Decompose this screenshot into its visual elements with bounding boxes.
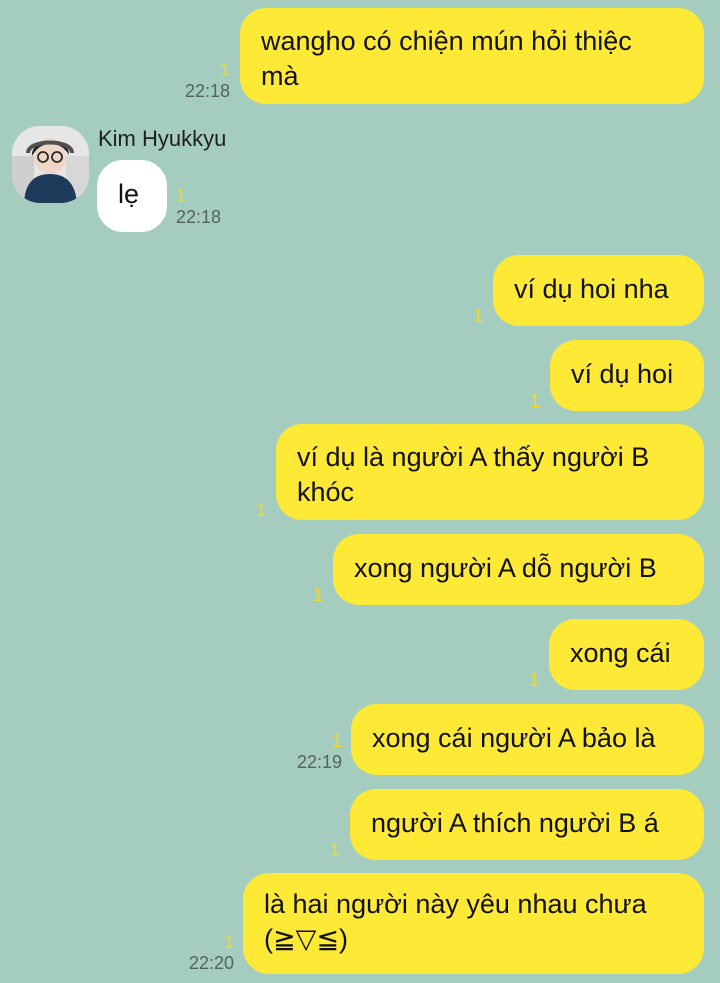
outgoing-message-bubble[interactable]: người A thích người B á	[350, 789, 704, 860]
message-text-line: khóc	[297, 477, 355, 507]
unread-count: 1	[176, 186, 187, 206]
message-meta: 1	[453, 306, 483, 326]
message-meta: 1	[509, 670, 539, 690]
outgoing-message-bubble[interactable]: ví dụ là người A thấy người B khóc	[276, 424, 704, 520]
message-meta: 1	[293, 585, 323, 605]
message-time: 22:19	[296, 752, 342, 772]
message-meta: 1 22:20	[164, 932, 234, 974]
outgoing-message-bubble[interactable]: xong cái người A bảo là	[351, 704, 704, 775]
message-meta: 1 22:18	[176, 186, 246, 228]
message-time: 22:18	[184, 81, 230, 101]
message-text-line: lẹ	[118, 179, 140, 209]
unread-count: 1	[255, 500, 266, 520]
message-text-line: (≧▽≦)	[264, 924, 348, 954]
message-text-line: là hai người này yêu nhau chưa	[264, 889, 647, 919]
unread-count: 1	[331, 731, 342, 751]
unread-count: 1	[528, 670, 539, 690]
outgoing-message-bubble[interactable]: xong cái	[549, 619, 704, 690]
message-text-line: mà	[261, 61, 299, 91]
message-meta: 1 22:18	[160, 60, 230, 102]
unread-count: 1	[329, 840, 340, 860]
outgoing-message-bubble[interactable]: xong người A dỗ người B	[333, 534, 704, 605]
outgoing-message-bubble[interactable]: ví dụ hoi nha	[493, 255, 704, 326]
unread-count: 1	[529, 391, 540, 411]
message-text-line: xong cái	[570, 638, 671, 668]
message-time: 22:20	[188, 953, 234, 973]
message-text-line: xong người A dỗ người B	[354, 553, 657, 583]
incoming-message-bubble[interactable]: lẹ	[97, 160, 167, 232]
message-meta: 1	[236, 500, 266, 520]
unread-count: 1	[219, 60, 230, 80]
message-text-line: ví dụ là người A thấy người B	[297, 442, 650, 472]
outgoing-message-bubble[interactable]: là hai người này yêu nhau chưa (≧▽≦)	[243, 873, 704, 974]
message-text-line: ví dụ hoi nha	[514, 274, 669, 304]
sender-name: Kim Hyukkyu	[98, 126, 227, 151]
message-meta: 1	[310, 840, 340, 860]
outgoing-message-bubble[interactable]: ví dụ hoi	[550, 340, 704, 411]
message-text-line: người A thích người B á	[371, 808, 659, 838]
unread-count: 1	[223, 932, 234, 952]
message-meta: 1	[510, 391, 540, 411]
avatar-image	[12, 126, 89, 203]
unread-count: 1	[312, 585, 323, 605]
unread-count: 1	[472, 306, 483, 326]
message-time: 22:18	[176, 207, 222, 227]
message-text-line: xong cái người A bảo là	[372, 723, 656, 753]
message-text-line: wangho có chiện mún hỏi thiệc	[261, 26, 632, 56]
outgoing-message-bubble[interactable]: wangho có chiện mún hỏi thiệc mà	[240, 8, 704, 104]
avatar[interactable]	[12, 126, 89, 203]
message-meta: 1 22:19	[270, 731, 342, 773]
message-text-line: ví dụ hoi	[571, 359, 674, 389]
